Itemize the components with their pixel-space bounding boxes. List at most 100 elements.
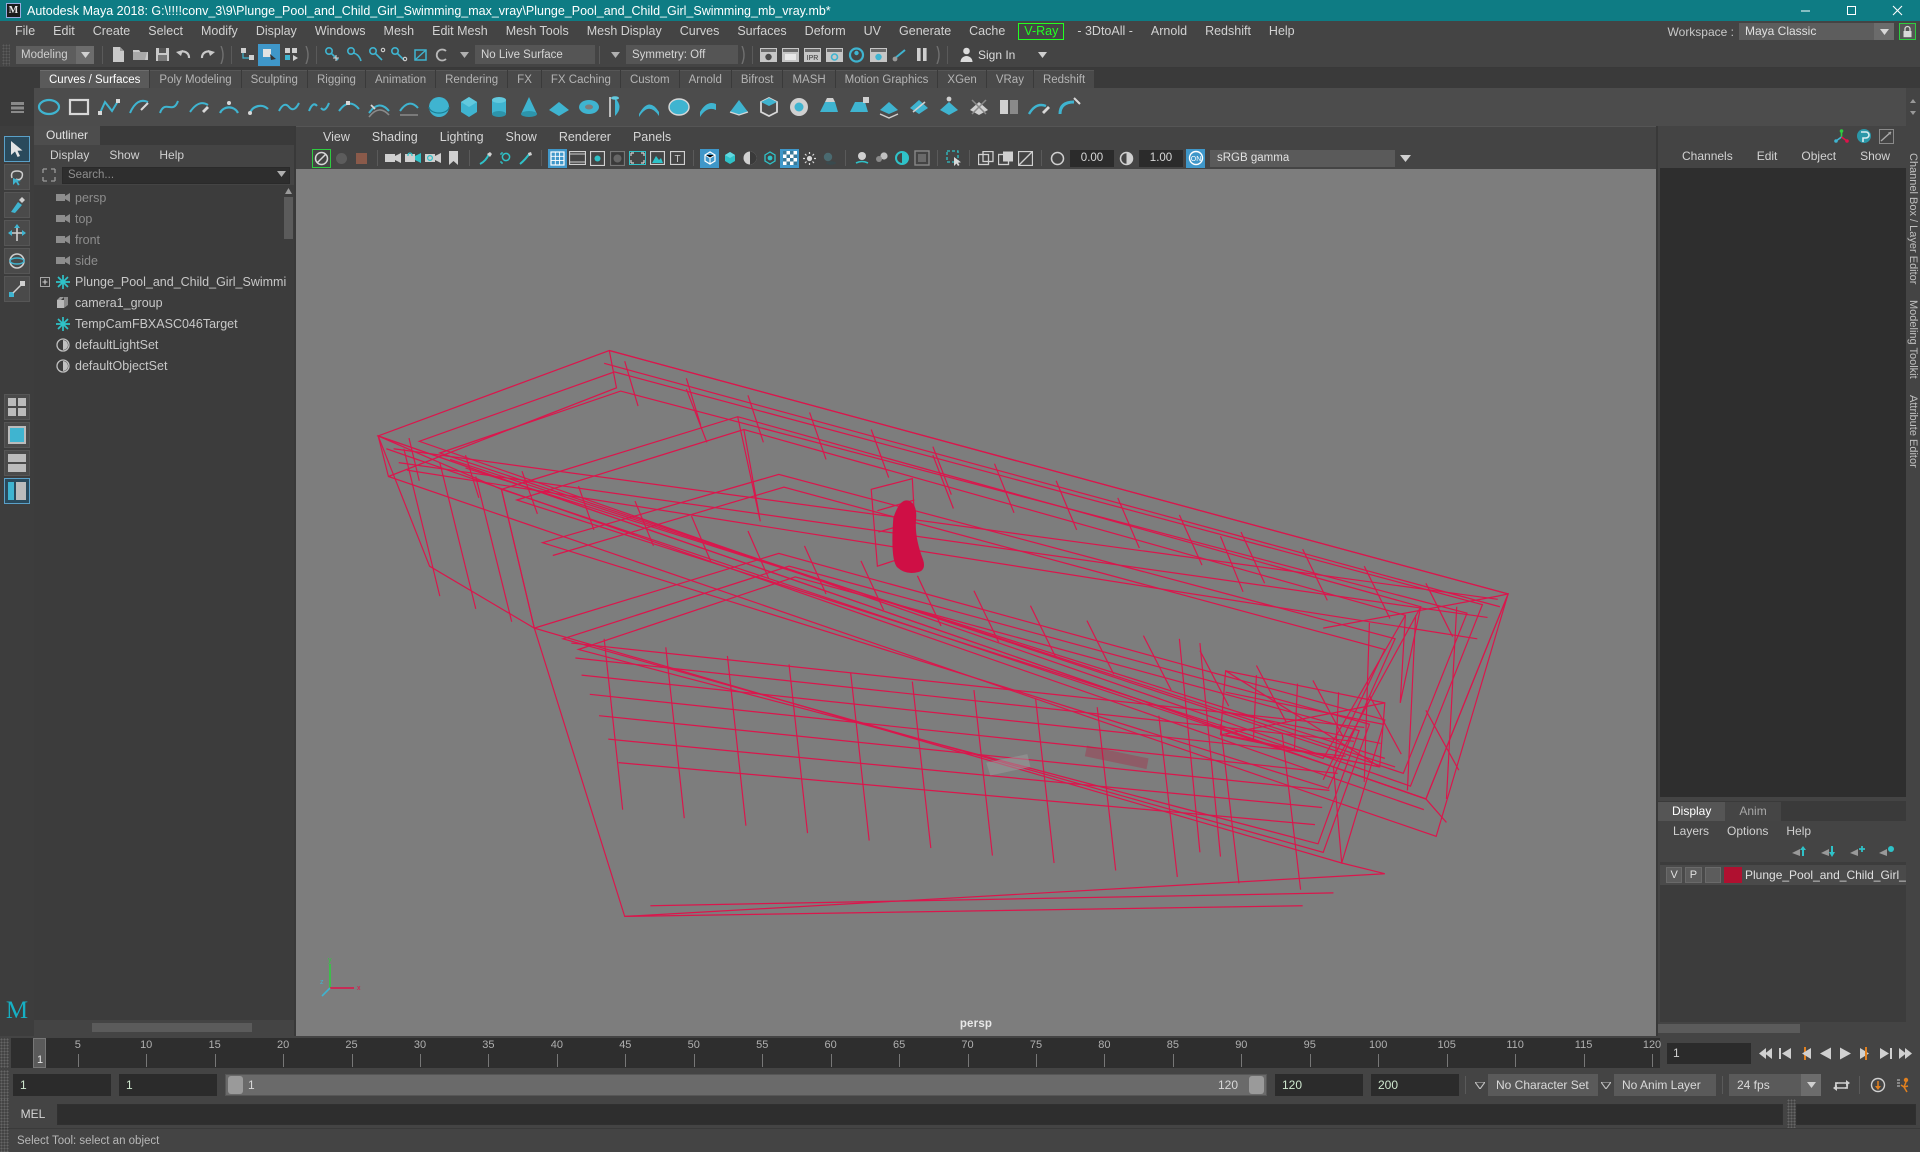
menu-mesh[interactable]: Mesh	[375, 21, 424, 42]
select-by-object-type-icon[interactable]	[258, 43, 280, 66]
pencil-curve-tool-icon[interactable]	[186, 94, 212, 120]
layer-playback-toggle[interactable]: P	[1685, 867, 1702, 883]
shelf-scroll-handle[interactable]	[1906, 88, 1920, 126]
gamma-value[interactable]: 1.00	[1139, 149, 1183, 167]
pause-render-icon[interactable]	[911, 44, 933, 66]
snap-to-projected-center-icon[interactable]	[387, 44, 409, 66]
menu-display[interactable]: Display	[247, 21, 306, 42]
revolve-icon[interactable]	[606, 94, 632, 120]
step-forward-frame-icon[interactable]	[1856, 1042, 1874, 1064]
live-surface-field[interactable]: No Live Surface	[475, 45, 595, 64]
select-tool-icon[interactable]	[4, 136, 30, 162]
outliner-item-top[interactable]: top	[34, 208, 294, 229]
menu-help[interactable]: Help	[1260, 21, 1304, 42]
shadows-icon[interactable]	[820, 149, 839, 168]
channel-box-menu-object[interactable]: Object	[1789, 149, 1848, 163]
chevron-down-icon[interactable]	[1801, 1074, 1821, 1096]
render-region-icon[interactable]	[976, 149, 995, 168]
current-time-indicator[interactable]: 1	[33, 1038, 46, 1068]
help-line-gripper[interactable]	[0, 1125, 9, 1152]
layer-horizontal-scrollbar[interactable]	[1658, 1022, 1906, 1036]
toolbar-collapse-handle[interactable]	[933, 44, 943, 66]
menu-deform[interactable]: Deform	[796, 21, 855, 42]
shelf-tab-redshift[interactable]: Redshift	[1033, 70, 1095, 88]
auto-key-icon[interactable]	[1866, 1074, 1890, 1096]
shelf-tab-motion-graphics[interactable]: Motion Graphics	[835, 70, 938, 88]
outliner-item-list[interactable]: persp top front side Plunge_Pool_and_Chi…	[34, 185, 294, 1020]
resolution-gate-icon[interactable]	[588, 149, 607, 168]
menu-vray[interactable]: V-Ray	[1018, 23, 1065, 40]
expand-icon[interactable]	[40, 276, 50, 287]
project-curve-icon[interactable]	[936, 94, 962, 120]
bevel-icon[interactable]	[816, 94, 842, 120]
image-display-icon[interactable]	[648, 149, 667, 168]
layer-visibility-toggle[interactable]: V	[1666, 867, 1683, 883]
grid-toggle-icon[interactable]	[548, 148, 567, 168]
outliner-menu-show[interactable]: Show	[99, 148, 149, 162]
range-bar[interactable]: 1 120	[225, 1074, 1267, 1096]
layer-menu-layers[interactable]: Layers	[1664, 824, 1718, 838]
graph-icon[interactable]	[1879, 128, 1894, 144]
snapshot-icon[interactable]	[996, 149, 1015, 168]
xray-icon[interactable]	[496, 149, 515, 168]
exposure-value[interactable]: 0.00	[1070, 149, 1114, 167]
command-output[interactable]	[1796, 1103, 1916, 1125]
shaded-with-wireframe-icon[interactable]	[740, 149, 759, 168]
symmetry-field[interactable]: Symmetry: Off	[626, 45, 738, 64]
menu-surfaces[interactable]: Surfaces	[728, 21, 795, 42]
layer-row[interactable]: V P Plunge_Pool_and_Child_Girl_S	[1660, 865, 1906, 885]
gamma-icon[interactable]	[1117, 149, 1136, 168]
time-slider-gripper[interactable]	[0, 1038, 9, 1068]
menu-mesh-tools[interactable]: Mesh Tools	[497, 21, 578, 42]
snap-to-view-planes-icon[interactable]	[409, 44, 431, 66]
toolbar-gripper[interactable]	[2, 43, 10, 66]
step-back-key-icon[interactable]	[1776, 1042, 1794, 1064]
animation-start-field[interactable]: 1	[13, 1074, 111, 1096]
two-pane-layout-icon[interactable]	[4, 450, 30, 476]
animation-preferences-icon[interactable]	[1890, 1074, 1916, 1096]
menu-generate[interactable]: Generate	[890, 21, 960, 42]
save-scene-icon[interactable]	[151, 44, 173, 66]
multisample-aa-icon[interactable]	[892, 149, 911, 168]
trim-tool-icon[interactable]	[966, 94, 992, 120]
outliner-item-camera1-group[interactable]: camera1_group	[34, 292, 294, 313]
two-sided-lighting-icon[interactable]	[404, 149, 423, 168]
viewport-menu-shading[interactable]: Shading	[361, 130, 429, 144]
menuset-select[interactable]: Modeling	[16, 45, 94, 64]
bevel-plus-icon[interactable]	[846, 94, 872, 120]
four-view-layout-icon[interactable]	[4, 394, 30, 420]
range-end-handle[interactable]	[1249, 1076, 1264, 1094]
layer-name[interactable]: Plunge_Pool_and_Child_Girl_S	[1745, 868, 1906, 882]
new-scene-icon[interactable]	[107, 44, 129, 66]
menu-curves[interactable]: Curves	[671, 21, 729, 42]
loft-icon[interactable]	[636, 94, 662, 120]
outliner-horizontal-scrollbar[interactable]	[34, 1020, 294, 1036]
offset-curve-icon[interactable]	[366, 94, 392, 120]
use-all-lights-icon[interactable]	[800, 149, 819, 168]
render-sequence-icon[interactable]	[779, 44, 801, 66]
shelf-tab-xgen[interactable]: XGen	[938, 70, 986, 88]
arc-three-point-icon[interactable]	[216, 94, 242, 120]
move-layer-down-icon[interactable]	[1820, 844, 1836, 858]
current-frame-field[interactable]: 1	[1667, 1042, 1751, 1064]
menu-create[interactable]: Create	[84, 21, 140, 42]
chevron-down-icon[interactable]	[277, 170, 286, 177]
textured-mode-icon[interactable]	[780, 148, 799, 168]
character-set-menu-icon[interactable]	[1472, 1074, 1488, 1096]
character-set-field[interactable]: No Character Set	[1488, 1074, 1598, 1096]
command-line-gripper[interactable]	[0, 1099, 9, 1129]
hypershade-icon[interactable]	[845, 44, 867, 66]
outliner-hscroll-thumb[interactable]	[92, 1023, 252, 1032]
step-back-frame-icon[interactable]	[1796, 1042, 1814, 1064]
undo-icon[interactable]	[173, 44, 195, 66]
viewport-menu-view[interactable]: View	[312, 130, 361, 144]
vertical-tab-modeling-toolkit[interactable]: Modeling Toolkit	[1907, 292, 1919, 387]
play-forwards-icon[interactable]	[1836, 1042, 1854, 1064]
axis-icon[interactable]	[1834, 128, 1849, 144]
outliner-scrollbar-thumb[interactable]	[284, 197, 293, 239]
playback-speed-select[interactable]: 24 fps	[1729, 1074, 1821, 1096]
smooth-shade-all-icon[interactable]	[720, 149, 739, 168]
lock-icon[interactable]	[1899, 23, 1916, 40]
menu-arnold[interactable]: Arnold	[1142, 21, 1196, 42]
move-tool-icon[interactable]	[4, 220, 30, 246]
